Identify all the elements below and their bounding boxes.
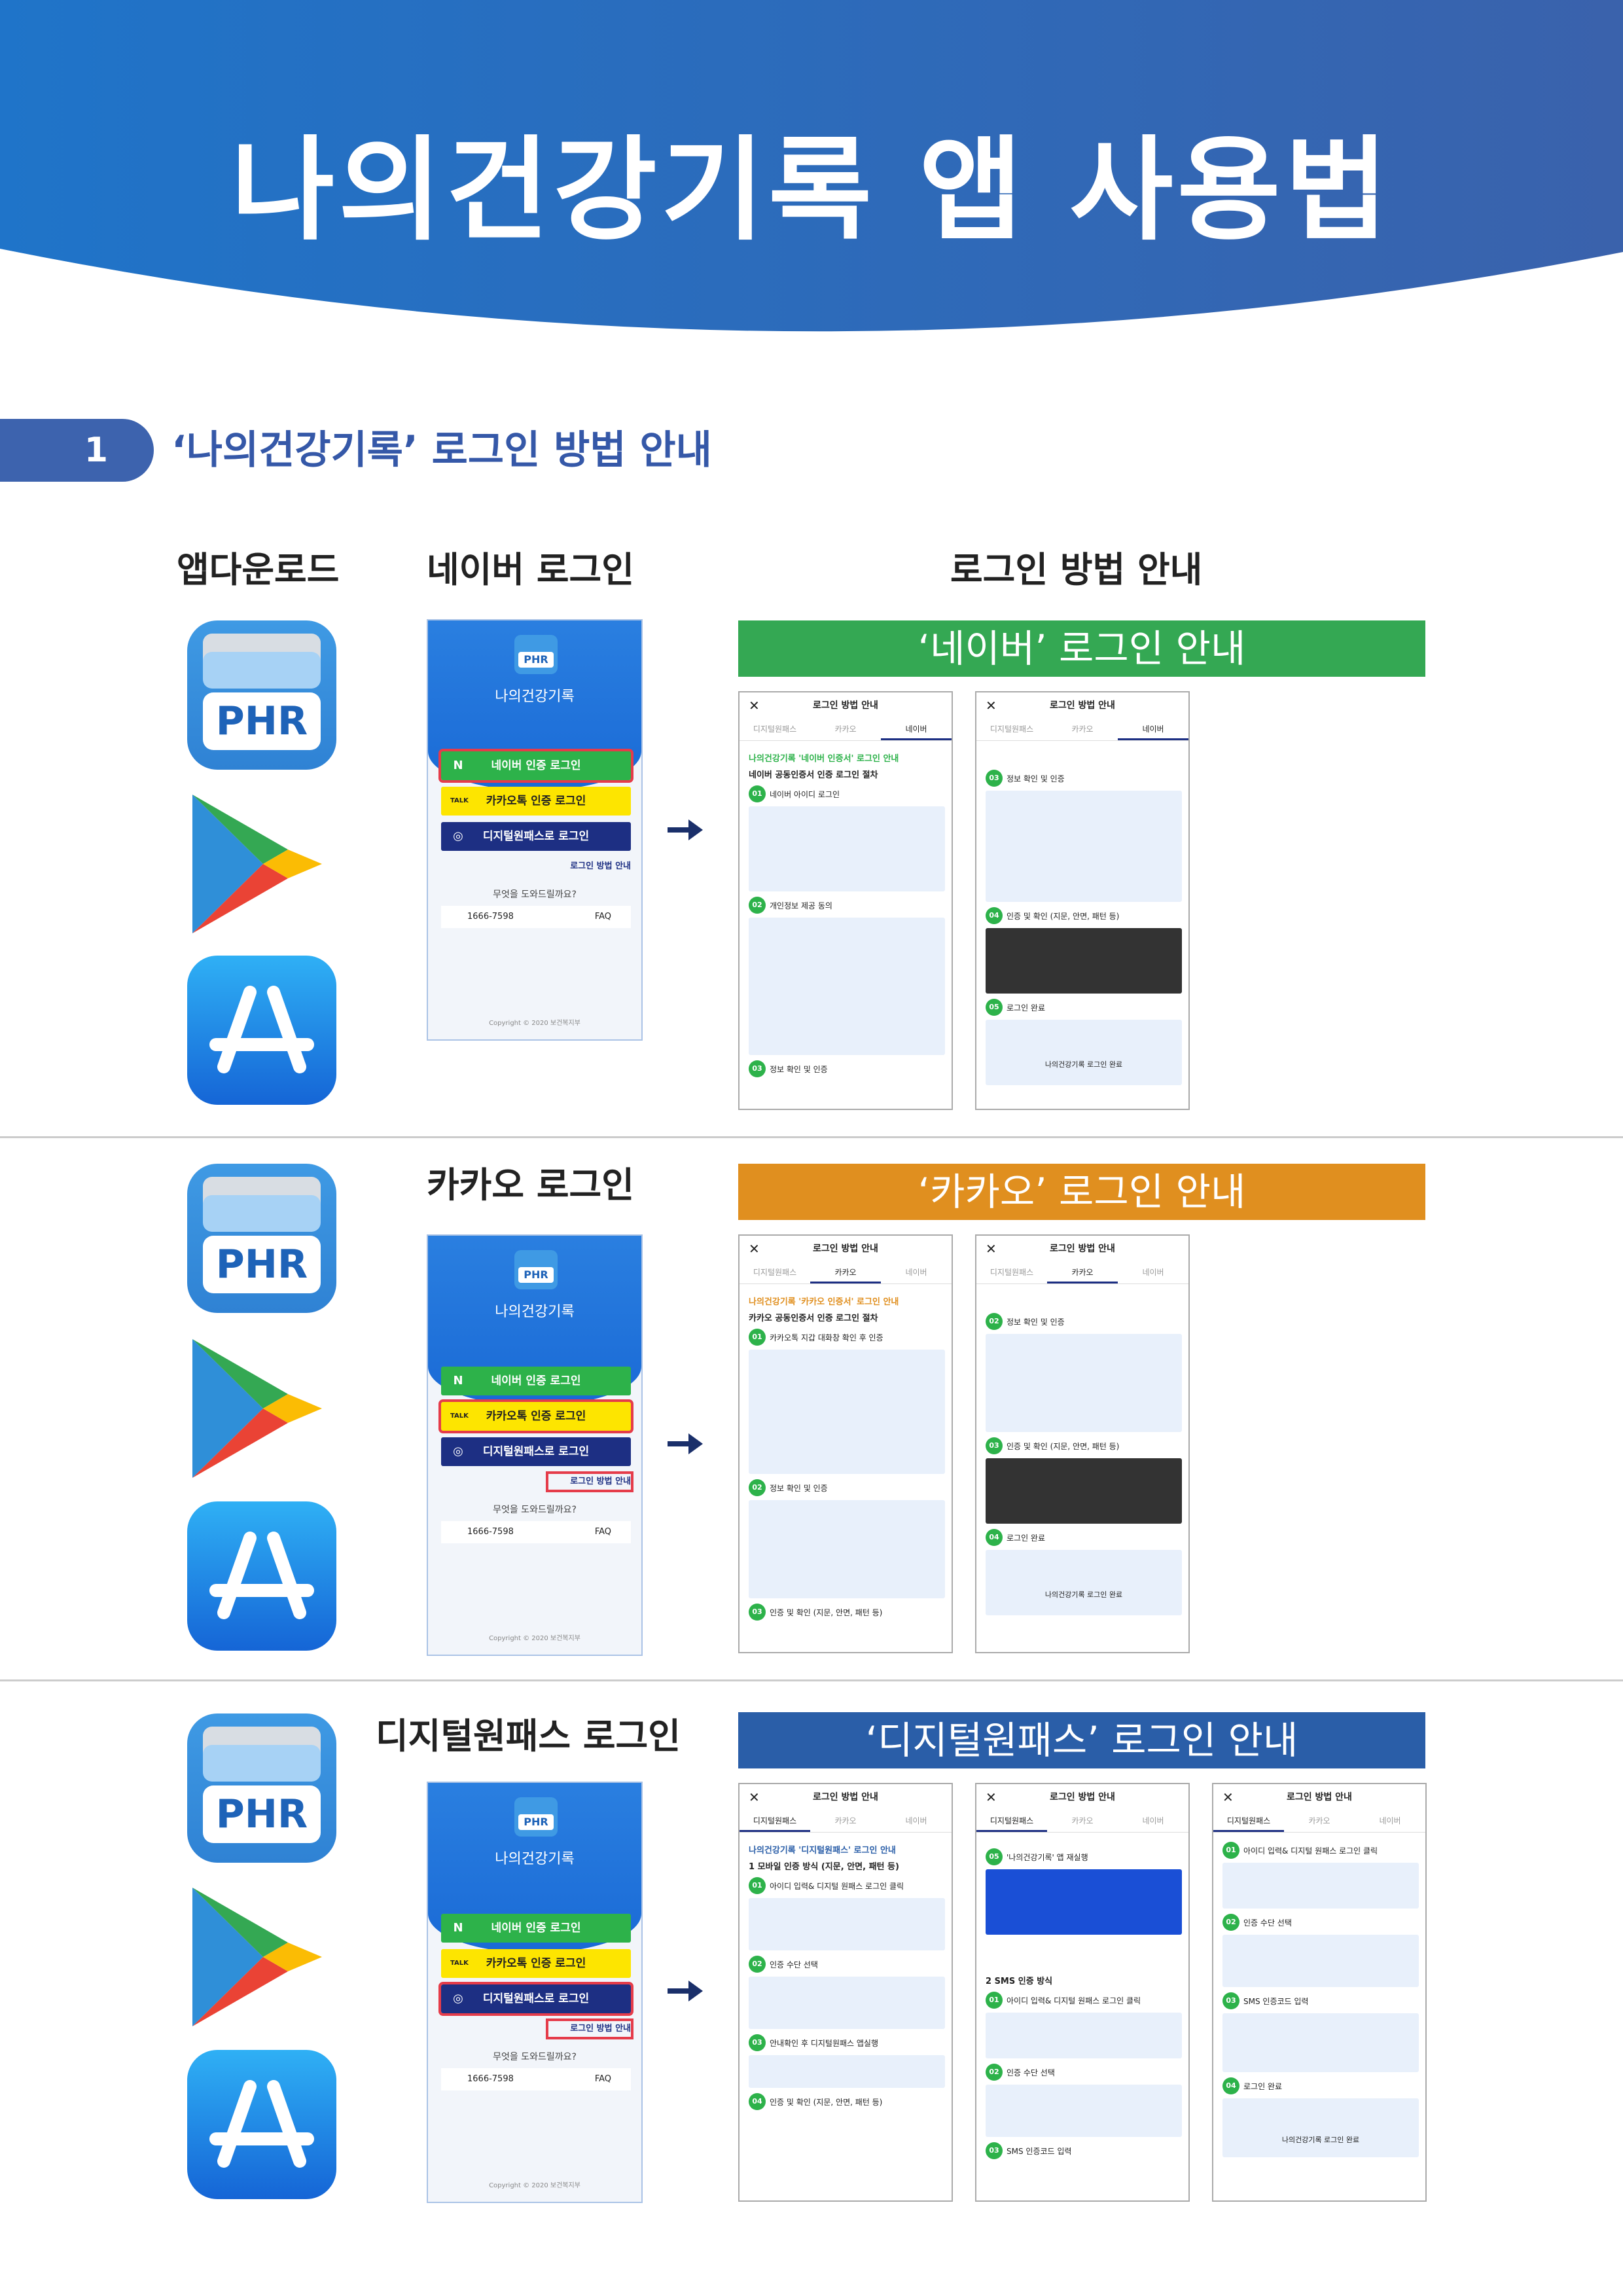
arrow-right-icon (668, 1433, 703, 1454)
help-question: 무엇을 도와드릴까요? (493, 889, 577, 900)
phr-logo: PHR (514, 635, 558, 674)
page-title: 나의건강기록 앱 사용법 (230, 124, 1393, 256)
kakao-login-button[interactable]: TALK 카카오톡 인증 로그인 (441, 1949, 631, 1978)
naver-guide-screen-1: 로그인 방법 안내 ✕ 디지털원패스 카카오 네이버 나의건강기록 '네이버 인증서'… (738, 691, 953, 1110)
phone-digital-onepass: PHR 나의건강기록 N 네이버 인증 로그인 TALK 카카오톡 인증 로그인 ◎… (427, 1782, 643, 2203)
arrow-right-icon (668, 819, 703, 840)
help-row: 1666-7598 FAQ (441, 906, 631, 928)
naver-login-button[interactable]: N 네이버 인증 로그인 (438, 749, 633, 783)
phr-logo-text: PHR (203, 692, 321, 750)
login-guide-link[interactable]: 로그인 방법 안내 (546, 2018, 633, 2039)
google-play-icon[interactable] (190, 1884, 325, 2030)
faq-link[interactable]: FAQ (595, 906, 611, 928)
kakao-login-button[interactable]: TALK 카카오톡 인증 로그인 (441, 787, 631, 816)
naver-guide-screen-2: 로그인 방법 안내 ✕ 디지털원패스 카카오 네이버 03 정보 확인 및 인증 04 인… (975, 691, 1190, 1110)
dp-guide-screen-2: 로그인 방법 안내 ✕ 디지털원패스 카카오 네이버 05 '나의건강기록' 앱 재실행… (975, 1783, 1190, 2202)
app-store-icon[interactable] (187, 2050, 336, 2199)
close-icon[interactable]: ✕ (749, 692, 760, 719)
digital-onepass-button[interactable]: ◎ 디지털원패스로 로그인 (441, 1437, 631, 1466)
kakao-guide-screen-2: 로그인 방법 안내 ✕ 디지털원패스 카카오 네이버 02 정보 확인 및 인증 03 인… (975, 1234, 1190, 1653)
col-naver-login: 네이버 로그인 (427, 549, 634, 590)
naver-login-button[interactable]: N 네이버 인증 로그인 (441, 1914, 631, 1943)
naver-banner: ‘네이버’ 로그인 안내 (738, 620, 1425, 677)
section-number: 1 (0, 419, 154, 482)
login-guide-link[interactable]: 로그인 방법 안내 (548, 859, 631, 874)
phone-naver: PHR 나의건강기록 N 네이버 인증 로그인 TALK 카카오톡 인증 로그인 ◎… (427, 619, 643, 1041)
google-play-icon[interactable] (190, 791, 325, 937)
row-divider (0, 1136, 1623, 1138)
kakao-login-title: 카카오 로그인 (427, 1164, 634, 1206)
section-title: ‘나의건강기록’ 로그인 방법 안내 (171, 427, 712, 473)
google-play-icon[interactable] (190, 1335, 325, 1482)
col-guide: 로그인 방법 안내 (950, 549, 1203, 590)
arrow-right-icon (668, 1981, 703, 2001)
phr-app-icon[interactable]: PHR (187, 620, 336, 770)
app-name: 나의건강기록 (495, 689, 575, 705)
kakao-guide-screen-1: 로그인 방법 안내 ✕ 디지털원패스 카카오 네이버 나의건강기록 '카카오 인증서'… (738, 1234, 953, 1653)
dp-login-title: 디지털원패스 로그인 (376, 1715, 681, 1757)
row-divider (0, 1679, 1623, 1681)
app-store-icon[interactable] (187, 1501, 336, 1651)
phr-app-icon[interactable]: PHR (187, 1164, 336, 1313)
col-download: 앱다운로드 (177, 549, 340, 590)
phone-number[interactable]: 1666-7598 (467, 912, 514, 922)
app-store-icon[interactable] (187, 956, 336, 1105)
kakao-banner: ‘카카오’ 로그인 안내 (738, 1164, 1425, 1220)
copyright: Copyright © 2020 보건복지부 (489, 1020, 580, 1027)
phone-kakao: PHR 나의건강기록 N 네이버 인증 로그인 TALK 카카오톡 인증 로그인 ◎… (427, 1234, 643, 1656)
login-guide-link[interactable]: 로그인 방법 안내 (546, 1471, 633, 1492)
kakao-login-button[interactable]: TALK 카카오톡 인증 로그인 (438, 1399, 633, 1433)
naver-login-button[interactable]: N 네이버 인증 로그인 (441, 1367, 631, 1395)
dp-guide-screen-1: 로그인 방법 안내 ✕ 디지털원패스 카카오 네이버 나의건강기록 '디지털원패스' … (738, 1783, 953, 2202)
phr-app-icon[interactable]: PHR (187, 1713, 336, 1863)
digital-onepass-button[interactable]: ◎ 디지털원패스로 로그인 (441, 822, 631, 851)
dp-guide-screen-3: 로그인 방법 안내 ✕ 디지털원패스 카카오 네이버 01 아이디 입력& 디지털 원패… (1212, 1783, 1427, 2202)
dp-banner: ‘디지털원패스’ 로그인 안내 (738, 1712, 1425, 1768)
digital-onepass-button[interactable]: ◎ 디지털원패스로 로그인 (438, 1982, 633, 2016)
